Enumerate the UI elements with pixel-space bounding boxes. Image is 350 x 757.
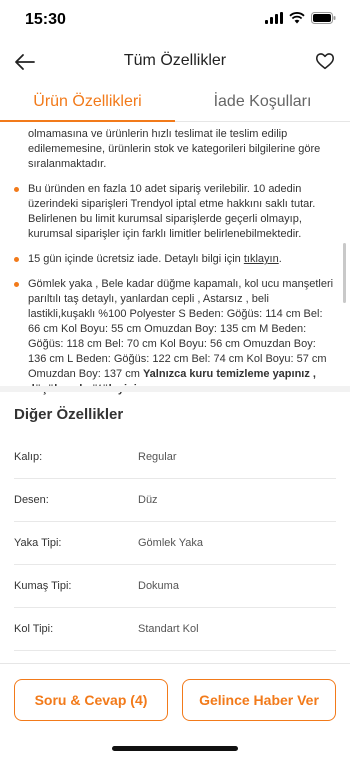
bullet-icon (14, 282, 19, 287)
other-features-title: Diğer Özellikler (14, 406, 124, 423)
back-button[interactable] (12, 50, 38, 74)
attribute-key: Kalıp: (14, 451, 43, 463)
arrow-left-icon (15, 54, 35, 70)
battery-icon (311, 12, 336, 24)
qa-button[interactable]: Soru & Cevap (4) (14, 679, 168, 721)
list-item: Gömlek yaka , Bele kadar düğme kapamalı,… (14, 277, 336, 397)
heart-icon (315, 53, 335, 70)
attribute-value: Düz (138, 494, 158, 506)
attribute-value: Gömlek Yaka (138, 537, 204, 549)
notify-when-available-button[interactable]: Gelince Haber Ver (182, 679, 336, 721)
attribute-key: Kol Tipi: (14, 623, 54, 635)
nav-bar: Tüm Özellikler (0, 44, 350, 80)
status-bar: 15:30 (0, 0, 350, 44)
attribute-row: Yaka Tipi: Gömlek Yaka (14, 522, 336, 565)
scrollbar[interactable] (343, 243, 346, 303)
attribute-row: Kalıp: Regular (14, 436, 336, 479)
bullet-icon (14, 257, 19, 262)
attribute-row: Kumaş Tipi: Dokuma (14, 565, 336, 608)
tab-product-features[interactable]: Ürün Özellikleri (0, 84, 175, 122)
attribute-value: Dokuma (138, 580, 179, 592)
signal-icon (265, 12, 283, 24)
list-item: Bu üründen en fazla 10 adet sipariş veri… (14, 182, 336, 242)
return-info-text: 15 gün içinde ücretsiz iade. Detaylı bil… (28, 253, 244, 265)
attribute-key: Kumaş Tipi: (14, 580, 72, 592)
product-details-text: Gömlek yaka , Bele kadar düğme kapamalı,… (28, 278, 334, 380)
home-indicator[interactable] (112, 746, 238, 751)
page-title: Tüm Özellikler (123, 52, 227, 69)
attribute-value: Standart Kol (138, 623, 199, 635)
attribute-value: Regular (138, 451, 177, 463)
description-continued-text: olmamasına ve ürünlerin hızlı teslimat i… (28, 128, 321, 170)
attribute-row: Desen: Düz (14, 479, 336, 522)
attribute-key: Yaka Tipi: (14, 537, 62, 549)
wifi-icon (289, 12, 305, 24)
bottom-action-bar: Soru & Cevap (4) Gelince Haber Ver (0, 663, 350, 757)
attribute-key: Desen: (14, 494, 49, 506)
tab-bar: Ürün Özellikleri İade Koşulları (0, 84, 350, 122)
favorite-button[interactable] (314, 50, 336, 72)
tab-return-conditions[interactable]: İade Koşulları (175, 84, 350, 121)
return-details-link[interactable]: tıklayın (244, 253, 279, 265)
attribute-row: Kol Tipi: Standart Kol (14, 608, 336, 651)
list-item: 15 gün içinde ücretsiz iade. Detaylı bil… (14, 252, 336, 267)
bullet-icon (14, 187, 19, 192)
attributes-table: Kalıp: Regular Desen: Düz Yaka Tipi: Göm… (0, 436, 350, 651)
description-list: olmamasına ve ürünlerin hızlı teslimat i… (0, 123, 350, 407)
status-time: 15:30 (25, 11, 66, 28)
section-divider (0, 386, 350, 392)
status-icons (265, 12, 336, 24)
order-limit-text: Bu üründen en fazla 10 adet sipariş veri… (28, 183, 316, 240)
content-area[interactable]: olmamasına ve ürünlerin hızlı teslimat i… (0, 123, 350, 663)
return-info-end: . (278, 253, 282, 265)
